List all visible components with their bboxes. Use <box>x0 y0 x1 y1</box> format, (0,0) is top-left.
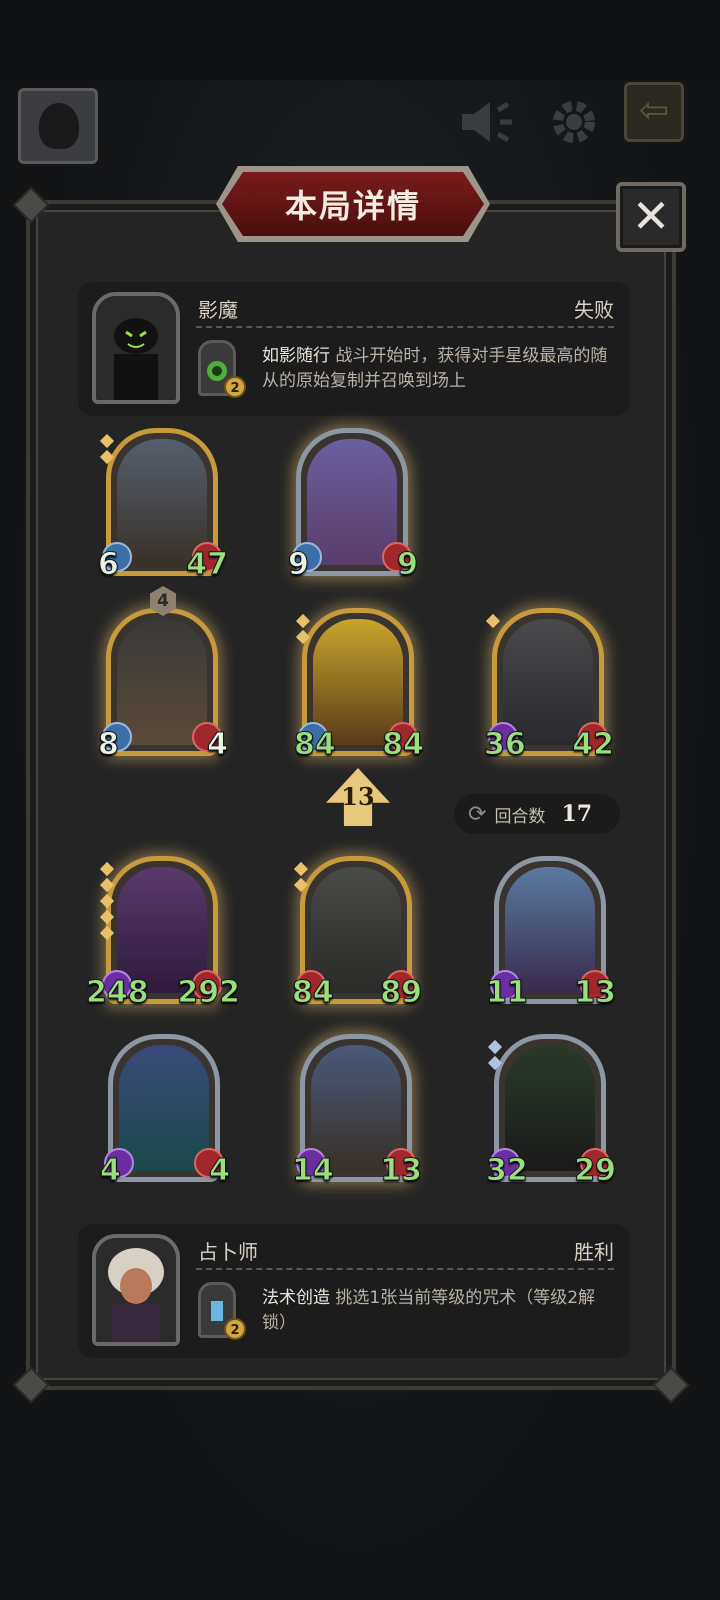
health-value: 13 <box>380 1153 423 1189</box>
gear-icon[interactable] <box>544 92 604 152</box>
arrow-value: 13 <box>341 782 375 811</box>
opponent-result: 失败 <box>574 298 614 322</box>
minion-card[interactable]: 84 84 <box>294 608 424 763</box>
player-skill-text: 法术创造 挑选1张当前等级的咒术（等级2解锁） <box>262 1286 618 1336</box>
cycle-icon: ⟳ <box>468 801 487 827</box>
hud-avatar[interactable] <box>18 88 98 164</box>
title-plate: 本局详情 <box>222 172 484 236</box>
opponent-name: 影魔 <box>198 298 238 322</box>
health-value: 4 <box>209 1153 231 1189</box>
attack-value: 248 <box>86 975 150 1011</box>
exit-icon[interactable]: ⇦ <box>624 82 684 142</box>
skill-level-badge: 2 <box>224 1318 246 1340</box>
card-art <box>117 619 207 745</box>
minion-card[interactable]: 14 13 <box>292 1034 422 1189</box>
player-box: 占卜师 胜利 2 法术创造 挑选1张当前等级的咒术（等级2解锁） <box>78 1224 630 1358</box>
minion-card[interactable]: 4 8 4 <box>98 586 228 763</box>
attack-value: 8 <box>98 727 120 763</box>
star-rank <box>99 861 115 944</box>
minion-card[interactable]: 9 9 <box>288 428 418 583</box>
star-rank <box>99 433 115 468</box>
attack-value: 11 <box>486 975 529 1011</box>
health-value: 4 <box>207 727 229 763</box>
health-value: 9 <box>397 547 419 583</box>
speaker-muted-icon[interactable] <box>456 92 516 152</box>
attack-value: 4 <box>100 1153 122 1189</box>
minion-card[interactable]: 36 42 <box>484 608 614 763</box>
page-title: 本局详情 <box>284 187 421 225</box>
health-value: 13 <box>574 975 617 1011</box>
rounds-counter: ⟳ 回合数 17 <box>454 794 620 834</box>
star-rank <box>485 613 501 632</box>
minion-card[interactable]: 84 89 <box>292 856 422 1011</box>
card-art <box>307 439 397 565</box>
health-value: 89 <box>380 975 423 1011</box>
opponent-skill-text: 如影随行 战斗开始时，获得对手星级最高的随从的原始复制并召唤到场上 <box>262 344 618 394</box>
star-rank <box>293 861 309 896</box>
divider <box>196 326 614 328</box>
health-value: 292 <box>177 975 241 1011</box>
minion-card[interactable]: 11 13 <box>486 856 616 1011</box>
player-name: 占卜师 <box>198 1240 258 1264</box>
player-result: 胜利 <box>574 1240 614 1264</box>
rounds-label: 回合数 <box>494 806 546 827</box>
attack-value: 9 <box>288 547 310 583</box>
rounds-value: 17 <box>561 801 593 827</box>
attack-value: 6 <box>98 547 120 583</box>
opponent-box: 影魔 失败 2 如影随行 战斗开始时，获得对手星级最高的随从的原始复制并召唤到场… <box>78 282 630 416</box>
health-value: 42 <box>572 727 615 763</box>
star-rank <box>295 613 311 648</box>
health-value: 29 <box>574 1153 617 1189</box>
minion-card[interactable]: 4 4 <box>100 1034 230 1189</box>
minion-card[interactable]: 248 292 <box>86 856 240 1011</box>
top-bar <box>0 0 720 80</box>
health-value: 47 <box>186 547 229 583</box>
skill-name: 法术创造 <box>262 1288 330 1308</box>
opponent-portrait[interactable] <box>92 292 180 404</box>
attack-value: 14 <box>292 1153 335 1189</box>
divider <box>196 1268 614 1270</box>
attack-value: 36 <box>484 727 527 763</box>
attack-value: 84 <box>294 727 337 763</box>
card-art <box>119 1045 209 1171</box>
health-value: 84 <box>382 727 425 763</box>
player-portrait[interactable] <box>92 1234 180 1346</box>
attack-value: 32 <box>486 1153 529 1189</box>
close-button[interactable]: ✕ <box>616 182 686 252</box>
avatar-face <box>39 103 79 149</box>
star-rank <box>487 1039 503 1074</box>
minion-card[interactable]: 32 29 <box>486 1034 616 1189</box>
minion-card[interactable]: 6 47 <box>98 428 228 583</box>
skill-name: 如影随行 <box>262 346 330 366</box>
skill-level-badge: 2 <box>224 376 246 398</box>
attack-value: 84 <box>292 975 335 1011</box>
